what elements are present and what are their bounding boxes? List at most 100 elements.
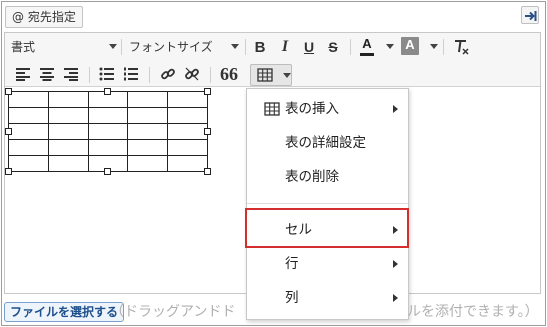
- table-cell[interactable]: [167, 139, 208, 156]
- chevron-right-icon: [393, 260, 398, 268]
- resize-handle[interactable]: [204, 128, 211, 135]
- table-row: [8, 107, 208, 124]
- table-cell[interactable]: [167, 155, 208, 172]
- underline-button[interactable]: U: [299, 37, 319, 57]
- font-size-select[interactable]: フォントサイズ: [129, 37, 245, 57]
- menu-item-label: 表の削除: [285, 169, 339, 185]
- resize-handle[interactable]: [204, 168, 211, 175]
- align-right-icon: [64, 68, 78, 81]
- align-left-button[interactable]: [13, 64, 33, 84]
- align-right-button[interactable]: [61, 64, 81, 84]
- unlink-button[interactable]: [182, 64, 202, 84]
- toolbar-divider: [149, 67, 150, 83]
- menu-item-label: 表の詳細設定: [285, 135, 366, 151]
- numbered-list-icon: [124, 67, 138, 81]
- background-color-icon: A: [405, 37, 415, 52]
- align-center-button[interactable]: [37, 64, 57, 84]
- editor-toolbar: 書式 フォントサイズ B I U S A A 66: [5, 33, 540, 87]
- resize-handle[interactable]: [5, 128, 12, 135]
- table-cell[interactable]: [87, 123, 129, 140]
- resize-handle[interactable]: [204, 88, 211, 95]
- menu-divider: [247, 203, 408, 204]
- chevron-down-icon: [231, 44, 239, 49]
- link-icon: [161, 68, 175, 80]
- clear-format-icon: [455, 40, 469, 55]
- chevron-down-icon: [109, 44, 117, 49]
- unlink-icon: [185, 67, 199, 81]
- table-cell[interactable]: [127, 107, 169, 124]
- arrow-into-box-icon: [525, 11, 537, 21]
- resize-handle[interactable]: [104, 168, 111, 175]
- table-cell[interactable]: [47, 123, 89, 140]
- toolbar-divider: [245, 39, 246, 55]
- menu-item-delete-table[interactable]: 表の削除: [247, 162, 408, 192]
- menu-item-label: 列: [285, 290, 299, 306]
- table-cell[interactable]: [127, 91, 169, 108]
- table-cell[interactable]: [8, 91, 49, 108]
- insert-link-button[interactable]: [158, 64, 178, 84]
- menu-item-table-properties[interactable]: 表の詳細設定: [247, 128, 408, 158]
- numbered-list-button[interactable]: [121, 64, 141, 84]
- toolbar-divider: [89, 67, 90, 83]
- blockquote-button[interactable]: 66: [219, 64, 239, 84]
- table-cell[interactable]: [47, 91, 89, 108]
- table-icon: [264, 102, 280, 116]
- drop-hint-text: （ドラッグアンドド: [110, 304, 236, 320]
- table-cell[interactable]: [167, 123, 208, 140]
- choose-file-button[interactable]: ファイルを選択する: [4, 302, 125, 322]
- table-button[interactable]: [250, 64, 292, 86]
- text-color-button[interactable]: A: [358, 36, 376, 56]
- font-size-select-label: フォントサイズ: [129, 40, 213, 54]
- table-icon: [257, 68, 273, 82]
- menu-item-row[interactable]: 行: [247, 249, 408, 279]
- chevron-down-icon[interactable]: [430, 44, 438, 49]
- table-cell[interactable]: [87, 139, 129, 156]
- bold-button[interactable]: B: [250, 37, 270, 57]
- table-cell[interactable]: [127, 155, 169, 172]
- menu-item-label: 行: [285, 256, 299, 272]
- table-cell[interactable]: [8, 107, 49, 124]
- table-cell[interactable]: [47, 107, 89, 124]
- highlight-box: [245, 208, 409, 248]
- background-color-button[interactable]: A: [401, 37, 419, 55]
- toolbar-divider: [443, 39, 444, 55]
- table-cell[interactable]: [167, 107, 208, 124]
- align-left-icon: [16, 68, 30, 81]
- table-cell[interactable]: [47, 139, 89, 156]
- table-context-menu: 表の挿入 表の詳細設定 表の削除 セル 行 列: [246, 88, 409, 320]
- italic-button[interactable]: I: [275, 37, 295, 57]
- strikethrough-button[interactable]: S: [323, 37, 343, 57]
- toolbar-divider: [350, 39, 351, 55]
- menu-item-label: 表の挿入: [285, 101, 339, 117]
- resize-handle[interactable]: [5, 88, 12, 95]
- insert-icon[interactable]: [521, 6, 539, 24]
- table-cell[interactable]: [8, 123, 49, 140]
- table-cell[interactable]: [87, 107, 129, 124]
- table-cell[interactable]: [47, 155, 89, 172]
- inserted-table[interactable]: [8, 91, 208, 172]
- table-cell[interactable]: [127, 123, 169, 140]
- menu-item-column[interactable]: 列: [247, 283, 408, 313]
- format-select[interactable]: 書式: [11, 37, 119, 57]
- toolbar-divider: [121, 39, 122, 55]
- resize-handle[interactable]: [5, 168, 12, 175]
- chevron-down-icon: [283, 73, 291, 78]
- align-center-icon: [40, 68, 54, 81]
- resize-handle[interactable]: [104, 88, 111, 95]
- toolbar-divider: [210, 67, 211, 83]
- table-cell[interactable]: [8, 155, 49, 172]
- table-cell[interactable]: [167, 91, 208, 108]
- table-row: [8, 123, 208, 140]
- bulleted-list-icon: [99, 67, 114, 81]
- menu-item-insert-table[interactable]: 表の挿入: [247, 94, 408, 124]
- text-color-icon: A: [362, 36, 372, 51]
- mention-button[interactable]: @ 宛先指定: [5, 6, 83, 28]
- bulleted-list-button[interactable]: [97, 64, 117, 84]
- chevron-down-icon[interactable]: [386, 44, 394, 49]
- chevron-right-icon: [393, 294, 398, 302]
- table-cell[interactable]: [127, 139, 169, 156]
- clear-format-button[interactable]: [451, 37, 471, 57]
- drop-hint-text: ルを添付できます。）: [407, 304, 539, 320]
- table-row: [8, 139, 208, 156]
- table-cell[interactable]: [8, 139, 49, 156]
